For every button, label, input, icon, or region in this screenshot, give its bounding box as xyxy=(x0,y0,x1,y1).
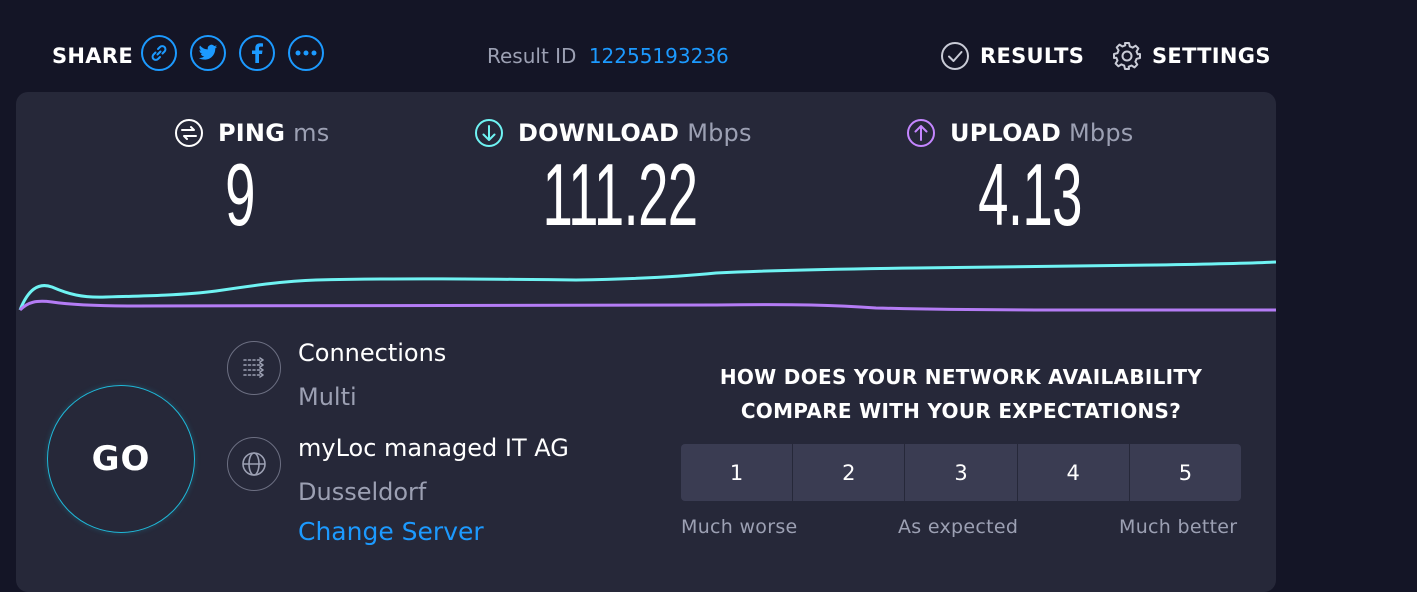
download-speed-line xyxy=(18,260,1276,311)
rating-option-2[interactable]: 2 xyxy=(792,444,905,501)
share-label: SHARE xyxy=(52,44,133,68)
upload-header: UPLOAD Mbps xyxy=(906,118,1133,148)
server-location: Dusseldorf xyxy=(298,478,427,506)
go-button[interactable]: GO xyxy=(47,385,195,533)
server-icon-ring xyxy=(227,437,281,491)
rating-option-1[interactable]: 1 xyxy=(681,444,793,501)
rating-label-low: Much worse xyxy=(681,516,798,538)
link-icon xyxy=(151,45,167,61)
download-value: 111.22 xyxy=(542,145,698,244)
upload-value: 4.13 xyxy=(978,145,1082,244)
rating-scale: 1 2 3 4 5 xyxy=(681,444,1241,501)
download-header: DOWNLOAD Mbps xyxy=(474,118,752,148)
rating-label-mid: As expected xyxy=(898,516,1019,538)
upload-unit: Mbps xyxy=(1068,119,1134,147)
share-facebook-button[interactable] xyxy=(239,35,275,71)
share-more-button[interactable] xyxy=(288,35,324,71)
change-server-link[interactable]: Change Server xyxy=(298,517,484,546)
ping-unit: ms xyxy=(293,119,330,147)
survey-question: HOW DOES YOUR NETWORK AVAILABILITY COMPA… xyxy=(681,360,1241,428)
upload-speed-line xyxy=(18,299,1276,312)
settings-button[interactable]: SETTINGS xyxy=(1112,41,1271,71)
speed-graph xyxy=(18,260,1276,312)
download-label: DOWNLOAD xyxy=(518,119,680,147)
more-icon xyxy=(295,50,317,56)
rating-option-3[interactable]: 3 xyxy=(904,444,1017,501)
share-link-button[interactable] xyxy=(141,35,177,71)
globe-icon xyxy=(242,452,266,476)
ping-icon xyxy=(175,119,203,147)
gear-icon xyxy=(1113,42,1141,70)
rating-option-5[interactable]: 5 xyxy=(1128,444,1241,501)
share-twitter-button[interactable] xyxy=(190,35,226,71)
result-id-link[interactable]: 12255193236 xyxy=(589,44,729,68)
facebook-icon xyxy=(252,43,263,63)
result-id: Result ID 12255193236 xyxy=(487,44,729,68)
connections-icon xyxy=(243,357,264,378)
download-unit: Mbps xyxy=(687,119,752,147)
results-button[interactable]: RESULTS xyxy=(940,41,1084,71)
connections-value: Multi xyxy=(298,383,357,411)
survey-question-line-2: COMPARE WITH YOUR EXPECTATIONS? xyxy=(740,399,1182,423)
connections-title: Connections xyxy=(298,339,447,367)
upload-arrow-icon xyxy=(907,119,935,147)
ping-header: PING ms xyxy=(174,118,329,148)
rating-label-high: Much better xyxy=(1119,516,1238,538)
upload-label: UPLOAD xyxy=(950,119,1061,147)
rating-option-4[interactable]: 4 xyxy=(1016,444,1129,501)
result-id-label: Result ID xyxy=(487,44,577,68)
check-circle-icon xyxy=(941,42,969,70)
connections-icon-ring xyxy=(227,341,281,395)
settings-label: SETTINGS xyxy=(1152,44,1271,68)
ping-value: 9 xyxy=(225,145,255,244)
twitter-icon xyxy=(198,44,218,60)
survey-question-line-1: HOW DOES YOUR NETWORK AVAILABILITY xyxy=(719,365,1203,389)
results-label: RESULTS xyxy=(980,44,1085,68)
download-arrow-icon xyxy=(475,119,503,147)
server-name: myLoc managed IT AG xyxy=(298,434,569,462)
ping-label: PING xyxy=(218,119,286,147)
